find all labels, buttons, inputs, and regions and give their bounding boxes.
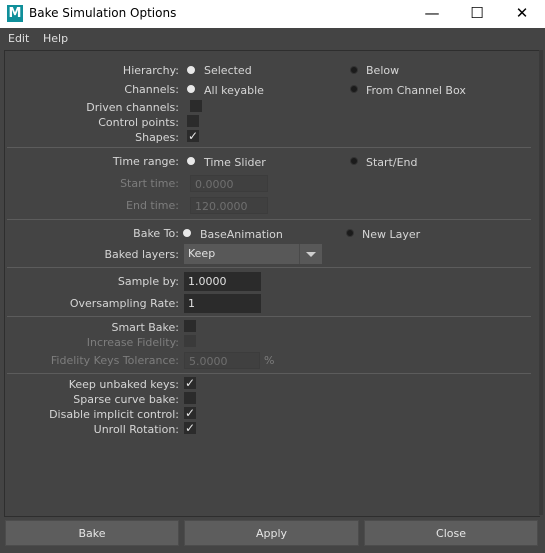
increase-fidelity-checkbox[interactable] — [184, 335, 196, 347]
smart-bake-label: Smart Bake: — [111, 321, 179, 334]
hierarchy-selected-radio[interactable] — [187, 66, 195, 74]
time-range-time-slider-radio[interactable] — [187, 157, 195, 165]
fidelity-keys-tolerance-field[interactable]: 5.0000 — [184, 352, 260, 369]
sample-by-label: Sample by: — [117, 275, 179, 288]
driven-channels-checkbox[interactable] — [190, 100, 202, 112]
close-window-button[interactable]: ✕ — [499, 0, 545, 28]
shapes-label: Shapes: — [135, 131, 179, 144]
end-time-label: End time: — [126, 199, 179, 212]
control-points-label: Control points: — [98, 116, 179, 129]
disable-implicit-control-label: Disable implicit control: — [49, 408, 179, 421]
hierarchy-selected-label: Selected — [204, 64, 252, 77]
hierarchy-below-radio[interactable] — [350, 66, 358, 74]
shapes-checkbox[interactable]: ✓ — [187, 130, 199, 142]
percent-unit: % — [264, 354, 275, 367]
bake-to-base-animation-radio[interactable] — [183, 229, 191, 237]
sparse-curve-bake-label: Sparse curve bake: — [73, 393, 179, 406]
time-range-start-end-radio[interactable] — [350, 157, 358, 165]
channels-label: Channels: — [124, 83, 179, 96]
channels-from-channel-box-label: From Channel Box — [366, 84, 466, 97]
time-range-time-slider-label: Time Slider — [204, 156, 266, 169]
bake-button[interactable]: Bake — [5, 520, 179, 546]
sample-by-field[interactable]: 1.0000 — [184, 272, 261, 291]
scrollbar[interactable] — [539, 50, 543, 515]
minimize-button[interactable]: — — [409, 0, 455, 28]
disable-implicit-control-checkbox[interactable]: ✓ — [184, 407, 196, 419]
maximize-button[interactable]: ☐ — [454, 0, 500, 28]
keep-unbaked-keys-checkbox[interactable]: ✓ — [184, 377, 196, 389]
title-bar: M Bake Simulation Options — ☐ ✕ — [0, 0, 545, 28]
window-title: Bake Simulation Options — [29, 6, 177, 20]
separator — [7, 316, 531, 317]
separator — [7, 373, 531, 374]
unroll-rotation-checkbox[interactable]: ✓ — [184, 422, 196, 434]
smart-bake-checkbox[interactable] — [184, 320, 196, 332]
fidelity-keys-tolerance-label: Fidelity Keys Tolerance: — [50, 354, 179, 367]
driven-channels-label: Driven channels: — [86, 101, 179, 114]
hierarchy-below-label: Below — [366, 64, 400, 77]
oversampling-rate-field[interactable]: 1 — [184, 294, 261, 313]
chevron-down-icon — [299, 244, 322, 264]
menu-bar: Edit Help — [0, 28, 545, 50]
bake-to-label: Bake To: — [133, 227, 179, 240]
oversampling-rate-label: Oversampling Rate: — [69, 297, 179, 310]
menu-edit[interactable]: Edit — [8, 32, 29, 45]
channels-all-keyable-label: All keyable — [204, 84, 264, 97]
control-points-checkbox[interactable] — [187, 115, 199, 127]
keep-unbaked-keys-label: Keep unbaked keys: — [68, 378, 179, 391]
start-time-label: Start time: — [120, 177, 179, 190]
increase-fidelity-label: Increase Fidelity: — [86, 336, 179, 349]
separator — [7, 147, 531, 148]
bake-to-new-layer-radio[interactable] — [346, 229, 354, 237]
hierarchy-label: Hierarchy: — [122, 64, 179, 77]
apply-button[interactable]: Apply — [184, 520, 359, 546]
menu-help[interactable]: Help — [43, 32, 68, 45]
time-range-start-end-label: Start/End — [366, 156, 418, 169]
baked-layers-value: Keep — [188, 247, 216, 260]
channels-from-channel-box-radio[interactable] — [350, 85, 358, 93]
unroll-rotation-label: Unroll Rotation: — [93, 423, 179, 436]
start-time-field[interactable]: 0.0000 — [190, 175, 268, 192]
separator — [7, 267, 531, 268]
maya-app-icon: M — [7, 5, 23, 22]
separator — [7, 219, 531, 220]
baked-layers-dropdown[interactable]: Keep — [184, 244, 322, 264]
bake-to-new-layer-label: New Layer — [362, 228, 421, 241]
baked-layers-label: Baked layers: — [104, 248, 179, 261]
channels-all-keyable-radio[interactable] — [187, 85, 195, 93]
time-range-label: Time range: — [112, 155, 179, 168]
end-time-field[interactable]: 120.0000 — [190, 197, 268, 214]
sparse-curve-bake-checkbox[interactable] — [184, 392, 196, 404]
close-button[interactable]: Close — [364, 520, 538, 546]
bake-to-base-animation-label: BaseAnimation — [200, 228, 283, 241]
